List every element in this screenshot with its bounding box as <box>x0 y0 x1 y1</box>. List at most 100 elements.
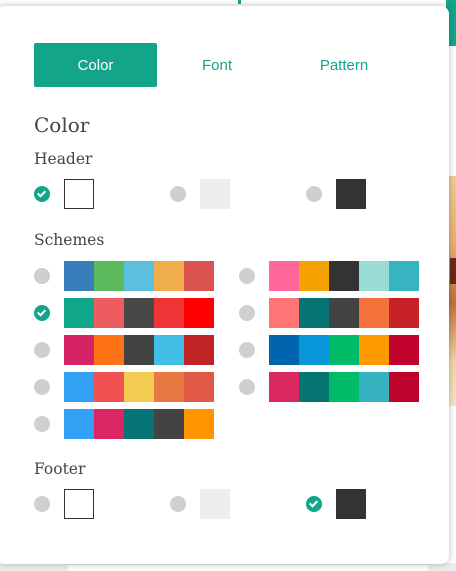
header-option-white-swatch[interactable] <box>64 179 94 209</box>
scheme-option-9[interactable] <box>34 409 214 439</box>
footer-option-dark-radio[interactable] <box>306 496 322 512</box>
scheme-option-7-palette[interactable] <box>64 372 214 402</box>
scheme-option-9-palette[interactable] <box>64 409 214 439</box>
header-option-white-radio[interactable] <box>34 186 50 202</box>
scheme-1-color-3 <box>124 261 154 291</box>
scheme-2-color-2 <box>299 261 329 291</box>
header-option-dark-radio[interactable] <box>306 186 322 202</box>
scheme-2-color-5 <box>389 261 419 291</box>
scheme-8-color-3 <box>329 372 359 402</box>
footer-option-dark[interactable] <box>306 489 366 519</box>
header-option-light-radio[interactable] <box>170 186 186 202</box>
header-option-dark-swatch[interactable] <box>336 179 366 209</box>
scheme-1-color-4 <box>154 261 184 291</box>
background-bottom <box>0 563 456 571</box>
scheme-3-color-2 <box>94 298 124 328</box>
scheme-6-color-3 <box>329 335 359 365</box>
scheme-5-color-4 <box>154 335 184 365</box>
scheme-4-color-5 <box>389 298 419 328</box>
scheme-7-color-3 <box>124 372 154 402</box>
schemes-title: Schemes <box>34 231 105 249</box>
scheme-8-color-4 <box>359 372 389 402</box>
scheme-5-color-1 <box>64 335 94 365</box>
scheme-option-7-radio[interactable] <box>34 379 50 395</box>
scheme-option-6-radio[interactable] <box>239 342 255 358</box>
background-photo-detail <box>450 258 456 284</box>
scheme-6-color-5 <box>389 335 419 365</box>
scheme-4-color-1 <box>269 298 299 328</box>
footer-option-white[interactable] <box>34 489 94 519</box>
scheme-option-1-radio[interactable] <box>34 268 50 284</box>
header-option-white[interactable] <box>34 179 94 209</box>
scheme-option-4[interactable] <box>239 298 419 328</box>
color-settings-panel: Color Font Pattern Color Header Schemes <box>0 6 449 564</box>
scheme-option-1-palette[interactable] <box>64 261 214 291</box>
scheme-1-color-2 <box>94 261 124 291</box>
header-option-light-swatch[interactable] <box>200 179 230 209</box>
header-title: Header <box>34 150 93 168</box>
settings-tabs: Color Font Pattern <box>34 43 414 87</box>
scheme-5-color-5 <box>184 335 214 365</box>
scheme-option-2[interactable] <box>239 261 419 291</box>
section-title: Color <box>34 113 90 137</box>
tab-font[interactable]: Font <box>177 43 257 87</box>
tab-pattern[interactable]: Pattern <box>299 43 389 87</box>
scheme-8-color-5 <box>389 372 419 402</box>
scheme-option-7[interactable] <box>34 372 214 402</box>
scheme-2-color-3 <box>329 261 359 291</box>
scheme-7-color-2 <box>94 372 124 402</box>
scheme-7-color-4 <box>154 372 184 402</box>
footer-option-white-radio[interactable] <box>34 496 50 512</box>
scheme-option-6[interactable] <box>239 335 419 365</box>
footer-option-light[interactable] <box>170 489 230 519</box>
scheme-9-color-5 <box>184 409 214 439</box>
scheme-option-4-palette[interactable] <box>269 298 419 328</box>
scheme-option-5-radio[interactable] <box>34 342 50 358</box>
scheme-option-3[interactable] <box>34 298 214 328</box>
scheme-option-4-radio[interactable] <box>239 305 255 321</box>
background-card-edge <box>68 565 428 571</box>
footer-option-white-swatch[interactable] <box>64 489 94 519</box>
scheme-2-color-4 <box>359 261 389 291</box>
scheme-option-8-radio[interactable] <box>239 379 255 395</box>
background-accent <box>238 0 241 4</box>
tab-color[interactable]: Color <box>34 43 157 87</box>
scheme-9-color-2 <box>94 409 124 439</box>
scheme-6-color-2 <box>299 335 329 365</box>
header-option-dark[interactable] <box>306 179 366 209</box>
scheme-option-6-palette[interactable] <box>269 335 419 365</box>
scheme-option-1[interactable] <box>34 261 214 291</box>
scheme-option-5[interactable] <box>34 335 214 365</box>
scheme-option-2-palette[interactable] <box>269 261 419 291</box>
scheme-6-color-1 <box>269 335 299 365</box>
scheme-9-color-4 <box>154 409 184 439</box>
scheme-7-color-5 <box>184 372 214 402</box>
footer-option-light-radio[interactable] <box>170 496 186 512</box>
scheme-8-color-2 <box>299 372 329 402</box>
scheme-option-8[interactable] <box>239 372 419 402</box>
scheme-2-color-1 <box>269 261 299 291</box>
scheme-8-color-1 <box>269 372 299 402</box>
scheme-1-color-1 <box>64 261 94 291</box>
scheme-5-color-3 <box>124 335 154 365</box>
scheme-4-color-2 <box>299 298 329 328</box>
scheme-option-3-radio[interactable] <box>34 305 50 321</box>
scheme-3-color-3 <box>124 298 154 328</box>
footer-title: Footer <box>34 460 86 478</box>
scheme-9-color-1 <box>64 409 94 439</box>
scheme-option-2-radio[interactable] <box>239 268 255 284</box>
scheme-option-5-palette[interactable] <box>64 335 214 365</box>
scheme-3-color-4 <box>154 298 184 328</box>
footer-option-light-swatch[interactable] <box>200 489 230 519</box>
scheme-1-color-5 <box>184 261 214 291</box>
scheme-3-color-1 <box>64 298 94 328</box>
scheme-3-color-5 <box>184 298 214 328</box>
header-option-light[interactable] <box>170 179 230 209</box>
scheme-option-9-radio[interactable] <box>34 416 50 432</box>
scheme-7-color-1 <box>64 372 94 402</box>
scheme-4-color-4 <box>359 298 389 328</box>
scheme-option-8-palette[interactable] <box>269 372 419 402</box>
scheme-6-color-4 <box>359 335 389 365</box>
scheme-option-3-palette[interactable] <box>64 298 214 328</box>
footer-option-dark-swatch[interactable] <box>336 489 366 519</box>
